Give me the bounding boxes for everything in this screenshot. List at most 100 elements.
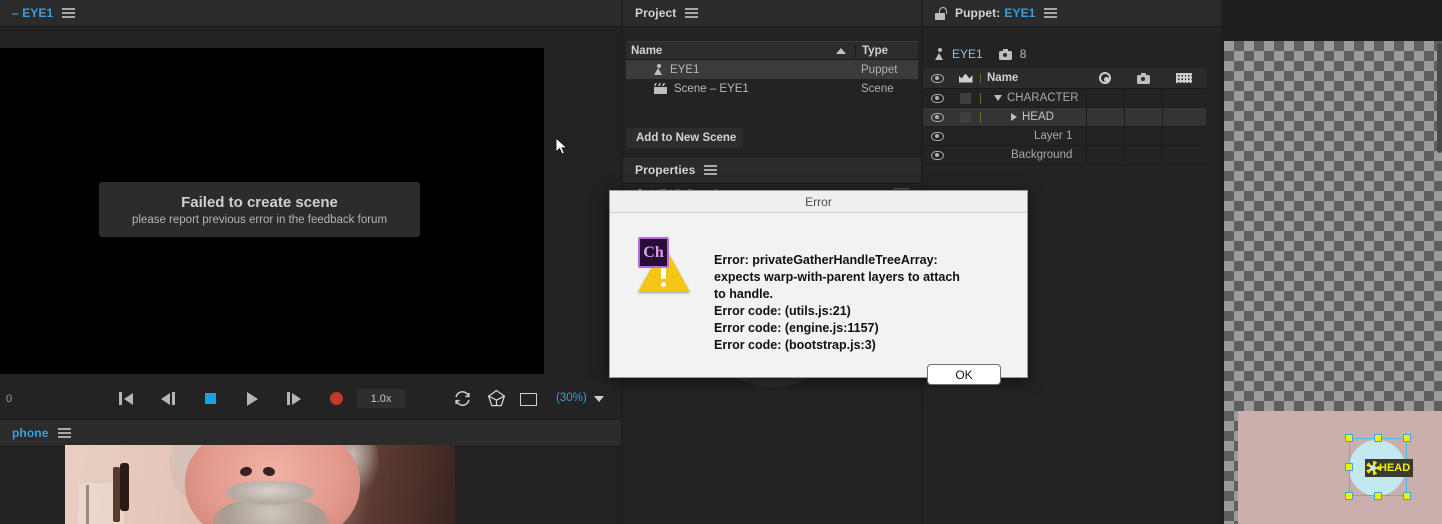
column-header-camera[interactable] [1124, 72, 1162, 84]
project-title: Project [635, 6, 677, 20]
timecode-display: 0 [6, 392, 13, 405]
unlocked-padlock-icon[interactable] [935, 6, 947, 20]
column-header-record[interactable] [1086, 72, 1124, 84]
layer-visibility-toggle[interactable] [923, 131, 951, 141]
layer-crown-cell[interactable] [951, 92, 981, 104]
selection-handle[interactable] [1403, 492, 1411, 500]
layer-camera-cell[interactable] [1124, 108, 1162, 126]
error-dialog[interactable]: Error Ch Error: privateGatherHandleTreeA… [609, 190, 1028, 385]
layer-camera-cell[interactable] [1124, 89, 1162, 107]
table-row[interactable]: Background [923, 146, 1206, 165]
column-header-type[interactable]: Type [855, 44, 918, 57]
handle-gear-icon[interactable] [1366, 461, 1380, 475]
table-row[interactable]: EYE1 Puppet [626, 60, 918, 79]
sort-ascending-icon[interactable] [836, 47, 846, 54]
zoom-level-label[interactable]: (30%) [556, 392, 587, 404]
add-to-new-scene-button[interactable]: Add to New Scene [626, 128, 743, 148]
hamburger-icon[interactable] [57, 428, 71, 438]
layer-visibility-toggle[interactable] [923, 93, 951, 103]
record-icon [1099, 72, 1111, 84]
table-row[interactable]: HEAD [923, 108, 1206, 127]
column-header-visibility[interactable] [923, 73, 951, 83]
ok-button[interactable]: OK [927, 364, 1001, 385]
table-row[interactable]: Scene – EYE1 Scene [626, 79, 918, 98]
selection-handle[interactable] [1345, 434, 1353, 442]
layer-record-cell[interactable] [1086, 108, 1124, 126]
webcam-post [86, 485, 89, 524]
step-forward-button[interactable] [280, 382, 308, 415]
eye-icon [930, 93, 944, 103]
layer-name-label: CHARACTER [1007, 92, 1079, 104]
mouse-pointer-icon [556, 138, 568, 155]
layer-record-cell[interactable] [1086, 89, 1124, 107]
stage-canvas[interactable]: Failed to create scene please report pre… [0, 48, 544, 374]
artwork-canvas[interactable] [1224, 41, 1442, 524]
column-header-name[interactable]: Name [981, 72, 1086, 84]
layer-camera-cell[interactable] [1124, 146, 1162, 164]
selection-handle[interactable] [1374, 492, 1382, 500]
refresh-icon [454, 391, 470, 406]
scene-camera-button[interactable] [482, 382, 510, 415]
puppet-panel-name: EYE1 [1004, 6, 1036, 20]
transport-bar: 0 1.0x (30%) [0, 382, 621, 415]
color-swatch [960, 92, 971, 104]
hamburger-icon[interactable] [685, 8, 699, 18]
webcam-preview[interactable] [65, 445, 455, 524]
dialog-message-line: to handle. [714, 287, 774, 301]
layer-visibility-toggle[interactable] [923, 150, 951, 160]
triangle-left-icon [123, 392, 133, 405]
properties-title: Properties [635, 163, 696, 177]
camera-panel-header: phone [0, 420, 621, 447]
selection-handle[interactable] [1345, 463, 1353, 471]
play-button[interactable] [238, 382, 266, 415]
column-header-crown[interactable] [951, 73, 981, 83]
table-row[interactable]: CHARACTER [923, 89, 1206, 108]
table-row[interactable]: Layer 1 [923, 127, 1206, 146]
stage-panel-header: – EYE1 [0, 0, 621, 27]
layer-keyboard-cell[interactable] [1162, 127, 1206, 145]
layer-crown-cell[interactable] [951, 111, 981, 123]
layer-visibility-toggle[interactable] [923, 112, 951, 122]
project-panel: Project Name Type EYE1 Puppet Scene – EY… [623, 0, 921, 156]
layer-record-cell[interactable] [1086, 127, 1124, 145]
triangle-down-icon[interactable] [994, 95, 1002, 101]
stage-panel: – EYE1 Failed to create scene please rep… [0, 0, 621, 419]
project-table-header: Name Type [626, 41, 918, 60]
column-header-name[interactable]: Name [626, 45, 836, 57]
dialog-message-line: Error code: (utils.js:21) [714, 304, 851, 318]
puppet-panel-label: Puppet: [955, 6, 1001, 20]
crown-icon [958, 73, 973, 83]
layer-table-header: Name [923, 68, 1206, 89]
selection-handle[interactable] [1374, 434, 1382, 442]
refresh-button[interactable] [448, 382, 476, 415]
layer-keyboard-cell[interactable] [1162, 108, 1206, 126]
canvas-scrollbar[interactable] [1437, 43, 1442, 153]
selection-handle[interactable] [1345, 492, 1353, 500]
hamburger-icon[interactable] [62, 8, 76, 18]
webcam-moustache [225, 481, 315, 505]
layer-record-cell[interactable] [1086, 146, 1124, 164]
column-header-keyboard[interactable] [1162, 73, 1206, 83]
step-back-button[interactable] [154, 382, 182, 415]
layer-keyboard-cell[interactable] [1162, 146, 1206, 164]
record-button[interactable] [322, 382, 350, 415]
chevron-down-icon[interactable] [594, 396, 604, 402]
layer-camera-cell[interactable] [1124, 127, 1162, 145]
triangle-left-icon [161, 392, 171, 405]
dialog-body: Ch Error: privateGatherHandleTreeArray: … [610, 213, 1027, 385]
layer-keyboard-cell[interactable] [1162, 89, 1206, 107]
project-panel-header: Project [623, 0, 921, 27]
go-to-start-button[interactable] [112, 382, 140, 415]
fit-to-view-button[interactable] [520, 393, 537, 406]
hamburger-icon[interactable] [704, 165, 718, 175]
layer-name-cell: HEAD [981, 111, 1086, 123]
failure-subtitle: please report previous error in the feed… [131, 213, 388, 226]
stop-button[interactable] [196, 382, 224, 415]
hamburger-icon[interactable] [1044, 8, 1058, 18]
playback-speed-field[interactable]: 1.0x [357, 389, 405, 408]
layer-name-cell: Layer 1 [981, 130, 1086, 142]
project-row-name: EYE1 [626, 63, 855, 76]
character-animator-badge-icon: Ch [638, 237, 669, 268]
triangle-right-icon[interactable] [1011, 113, 1017, 121]
selection-handle[interactable] [1403, 434, 1411, 442]
